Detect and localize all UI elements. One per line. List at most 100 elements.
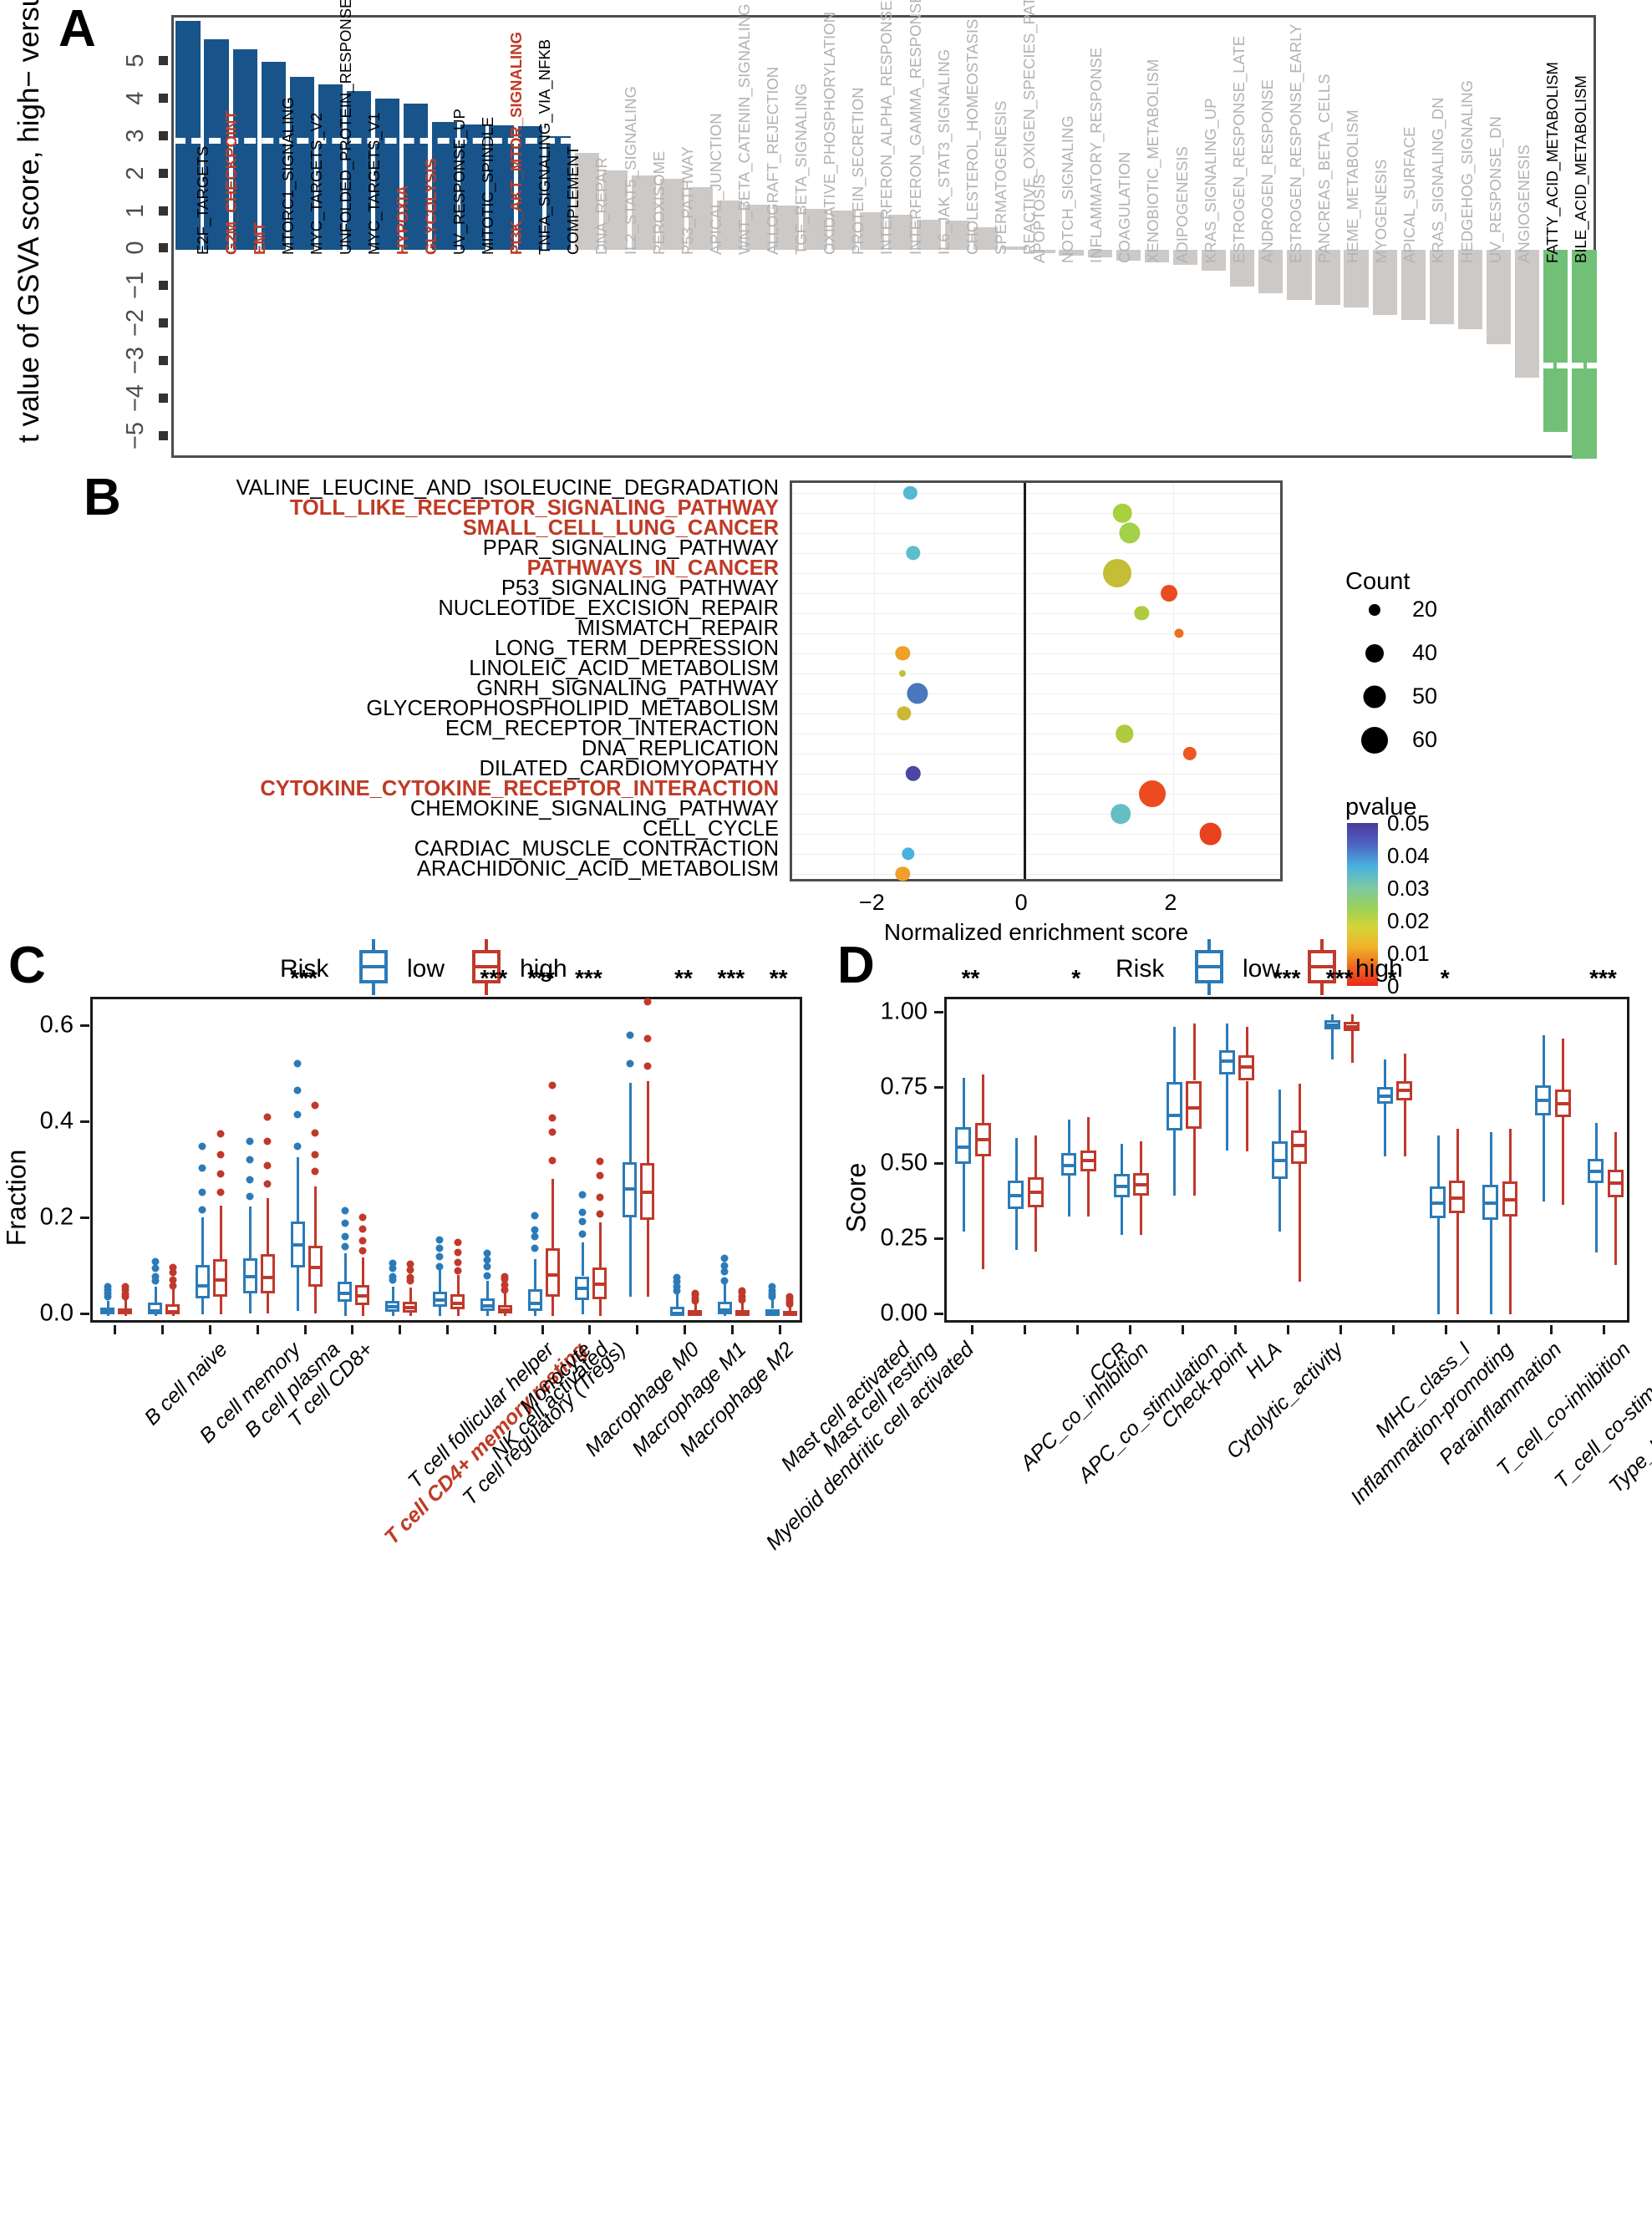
box-whisker — [392, 1312, 394, 1316]
bar-label: OXIDATIVE_PHOSPHORYLATION — [821, 13, 839, 256]
bar-label: E2F_TARGETS — [194, 146, 212, 255]
count-legend-label: 40 — [1412, 640, 1437, 666]
gridline-vertical — [874, 483, 875, 879]
enrichment-point — [907, 683, 928, 704]
bar-label: APOPTOSIS — [1030, 175, 1049, 264]
bar-label: IL6_JAK_STAT3_SIGNALING — [935, 49, 953, 255]
box-whisker — [1193, 1024, 1196, 1081]
box-median — [955, 1145, 971, 1149]
box-whisker — [1173, 1130, 1176, 1196]
bar-label: G2M_CHECKPOINT — [222, 111, 241, 256]
outlier-point — [643, 1034, 651, 1042]
box-whisker — [1193, 1129, 1196, 1195]
box-median — [165, 1310, 180, 1313]
significance-stars: ** — [962, 965, 980, 992]
y-tick-mark — [159, 281, 168, 290]
bar-label: APICAL_JUNCTION — [707, 114, 725, 256]
bar — [1487, 250, 1511, 343]
bar-label: P53_PATHWAY — [679, 147, 697, 256]
outlier-point — [531, 1245, 539, 1252]
bar-label: UNFOLDED_PROTEIN_RESPONSE — [337, 0, 355, 255]
enrichment-point — [902, 847, 914, 860]
x-tick-mark — [1024, 1325, 1026, 1334]
count-legend-dot — [1361, 727, 1388, 754]
legend-box-whisker — [1207, 983, 1211, 995]
gridline-vertical — [1173, 483, 1174, 879]
legend-box-median — [1195, 965, 1223, 968]
outlier-point — [596, 1211, 603, 1218]
panel-c-risk-legend-low: low — [407, 955, 445, 983]
outlier-point — [294, 1110, 302, 1118]
enrichment-point — [897, 706, 911, 720]
outlier-point — [549, 1081, 557, 1089]
y-tick-label: 0.2 — [0, 1203, 74, 1231]
x-tick-mark — [351, 1325, 353, 1334]
panel-a: A t value of GSVA score, high− versus lo… — [0, 0, 1652, 472]
bar-label: MYC_TARGETS_V1 — [365, 113, 384, 255]
x-tick-mark — [541, 1325, 544, 1334]
outlier-point — [169, 1276, 176, 1283]
box-whisker — [125, 1314, 127, 1315]
significance-stars: ** — [770, 965, 788, 992]
box-whisker — [534, 1259, 536, 1289]
x-tick-label: 0 — [1015, 890, 1028, 916]
outlier-point — [247, 1192, 254, 1200]
bar-label: ANDROGEN_RESPONSE — [1258, 79, 1277, 263]
x-tick-mark — [1603, 1325, 1605, 1334]
bar-label: COMPLEMENT — [564, 146, 582, 256]
legend-box-whisker — [485, 983, 488, 995]
gridline-horizontal — [792, 874, 1280, 875]
bar-label: MYOGENESIS — [1372, 160, 1390, 263]
box-median — [291, 1243, 305, 1247]
legend-box-whisker — [372, 983, 375, 995]
bar-label: NOTCH_SIGNALING — [1059, 116, 1077, 264]
outlier-point — [199, 1188, 206, 1196]
outlier-point — [294, 1087, 302, 1095]
box-whisker — [1173, 1027, 1176, 1083]
outlier-point — [216, 1151, 224, 1158]
box-whisker — [582, 1300, 584, 1315]
box-median — [1186, 1106, 1202, 1110]
y-tick-label: 0.4 — [0, 1108, 74, 1135]
panel-d-letter: D — [837, 940, 875, 992]
box-median — [718, 1308, 732, 1312]
outlier-point — [484, 1263, 491, 1271]
x-tick-mark — [1445, 1325, 1447, 1334]
box-whisker — [155, 1314, 157, 1315]
x-tick-mark — [684, 1325, 686, 1334]
bar-label: EMT — [251, 222, 269, 255]
bar-label: ESTROGEN_RESPONSE_EARLY — [1287, 24, 1305, 264]
y-tick-mark — [934, 1162, 943, 1165]
box-median — [1238, 1065, 1254, 1069]
box-whisker — [201, 1217, 204, 1265]
significance-stars: * — [1441, 965, 1450, 992]
outlier-point — [454, 1239, 461, 1247]
box-median — [1061, 1164, 1077, 1167]
bar-label: FATTY_ACID_METABOLISM — [1543, 63, 1562, 264]
x-tick-mark — [1392, 1325, 1395, 1334]
box-whisker — [267, 1198, 269, 1254]
box-median — [1430, 1201, 1446, 1205]
box-whisker — [1226, 1074, 1228, 1150]
bar-label: PROTEIN_SECRETION — [849, 88, 867, 255]
outlier-point — [436, 1263, 444, 1271]
outlier-point — [549, 1157, 557, 1165]
boxplot-low — [196, 1265, 210, 1298]
box-whisker — [1456, 1213, 1459, 1314]
y-tick-mark — [80, 1120, 89, 1123]
box-whisker — [1404, 1054, 1406, 1081]
gridline-horizontal — [792, 794, 1280, 795]
box-whisker — [724, 1284, 726, 1302]
outlier-point — [626, 1031, 633, 1039]
box-median — [1377, 1095, 1393, 1098]
box-median — [308, 1266, 323, 1269]
bar-label: KRAS_SIGNALING_UP — [1202, 99, 1220, 263]
x-tick-mark — [1129, 1325, 1131, 1334]
box-median — [338, 1292, 352, 1295]
outlier-point — [596, 1158, 603, 1166]
box-median — [546, 1273, 560, 1277]
colorbar-tick-label: 0.03 — [1387, 876, 1430, 902]
bar — [1543, 250, 1568, 432]
box-whisker — [1351, 1014, 1354, 1022]
box-median — [765, 1312, 780, 1315]
